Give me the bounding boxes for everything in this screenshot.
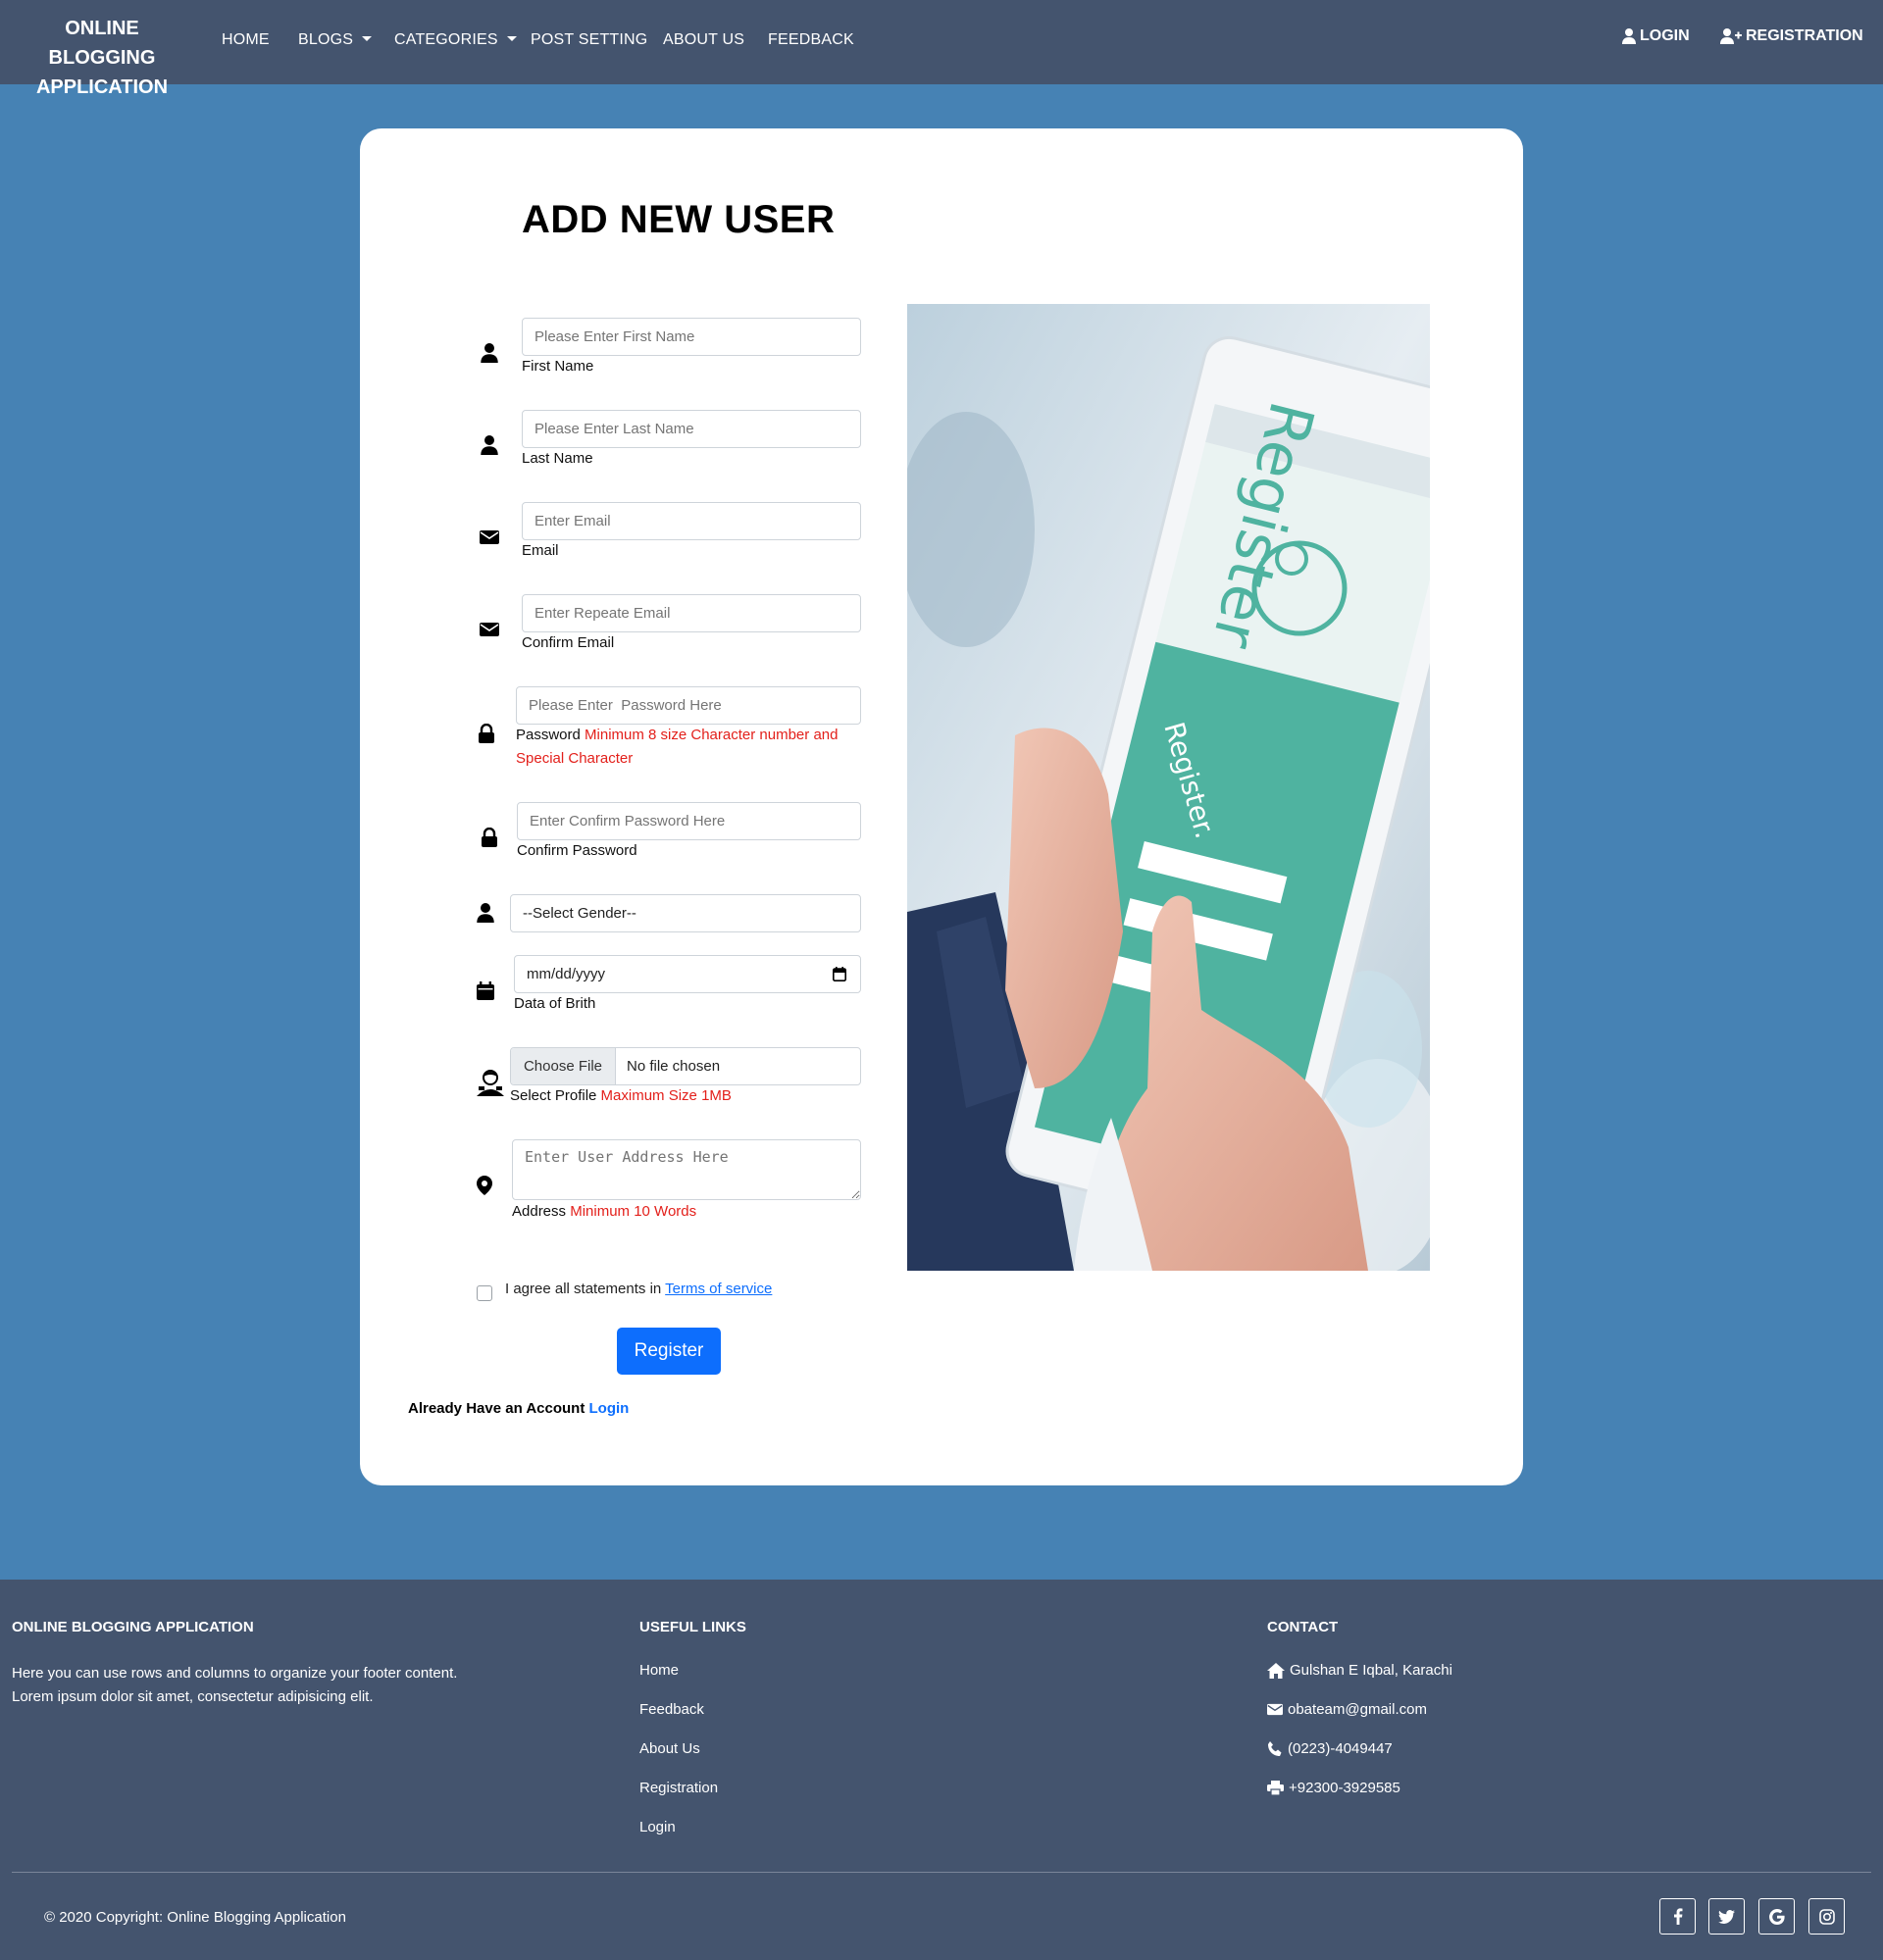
confirm-password-input[interactable] (517, 802, 861, 840)
email-input[interactable] (522, 502, 861, 540)
footer: ONLINE BLOGGING APPLICATION Here you can… (0, 1580, 1883, 1960)
confirm-password-label: Confirm Password (517, 842, 637, 859)
confirm-email-input[interactable] (522, 594, 861, 632)
address-textarea[interactable] (512, 1139, 861, 1200)
password-input[interactable] (516, 686, 861, 725)
address-label: Address Minimum 10 Words (512, 1203, 697, 1220)
email-label: Email (522, 542, 559, 559)
footer-links-heading: USEFUL LINKS (639, 1619, 746, 1635)
nav-categories-dropdown[interactable]: CATEGORIES (394, 31, 517, 49)
footer-contact-heading: CONTACT (1267, 1619, 1339, 1635)
nav-about-us[interactable]: ABOUT US (663, 31, 744, 49)
login-link[interactable]: Login (589, 1400, 630, 1417)
envelope-icon (479, 619, 500, 640)
user-icon (479, 342, 500, 364)
address-hint: Minimum 10 Words (570, 1203, 697, 1220)
user-icon (479, 434, 500, 456)
nav-login[interactable]: LOGIN (1622, 27, 1690, 45)
nav-registration[interactable]: REGISTRATION (1720, 27, 1863, 45)
instagram-icon[interactable] (1808, 1898, 1845, 1935)
contact-phone: (0223)-4049447 (1267, 1740, 1393, 1757)
google-icon[interactable] (1758, 1898, 1795, 1935)
envelope-icon (1267, 1703, 1283, 1716)
terms-checkbox[interactable] (477, 1285, 492, 1301)
file-status: No file chosen (627, 1058, 721, 1075)
lock-icon (476, 723, 497, 744)
nav-feedback[interactable]: FEEDBACK (768, 31, 854, 49)
home-icon (1267, 1662, 1285, 1679)
printer-icon (1267, 1781, 1284, 1795)
footer-link-about-us[interactable]: About Us (639, 1740, 700, 1757)
register-button[interactable]: Register (617, 1328, 721, 1375)
calendar-icon (475, 980, 496, 1001)
password-label: Password Minimum 8 size Character number… (516, 727, 839, 743)
user-plus-icon (1720, 28, 1742, 44)
first-name-input[interactable] (522, 318, 861, 356)
footer-link-login[interactable]: Login (639, 1819, 676, 1835)
profile-hint: Maximum Size 1MB (600, 1087, 732, 1104)
lock-icon (479, 827, 500, 848)
date-of-birth-input[interactable]: mm/dd/yyyy (514, 955, 861, 993)
choose-file-button[interactable]: Choose File (511, 1048, 616, 1084)
last-name-input[interactable] (522, 410, 861, 448)
nav-home[interactable]: HOME (222, 31, 270, 49)
password-hint-line2: Special Character (516, 750, 634, 767)
confirm-email-label: Confirm Email (522, 634, 615, 651)
nav-blogs-dropdown[interactable]: BLOGS (298, 31, 373, 49)
contact-address: Gulshan E Iqbal, Karachi (1267, 1662, 1452, 1679)
terms-statement: I agree all statements in Terms of servi… (505, 1281, 773, 1297)
footer-about-text: Here you can use rows and columns to org… (12, 1665, 458, 1705)
profile-file-input[interactable]: Choose File No file chosen (510, 1047, 861, 1085)
phone-icon (1268, 1740, 1282, 1756)
contact-email: obateam@gmail.com (1267, 1701, 1427, 1718)
gender-select[interactable]: --Select Gender-- (510, 894, 861, 932)
chevron-down-icon (506, 36, 517, 41)
password-hint: Minimum 8 size Character number and (585, 727, 839, 743)
last-name-label: Last Name (522, 450, 593, 467)
navbar: ONLINE BLOGGING APPLICATION HOME BLOGS C… (0, 0, 1883, 98)
page-title: ADD NEW USER (522, 198, 836, 241)
calendar-icon[interactable] (833, 967, 846, 981)
contact-fax: +92300-3929585 (1267, 1780, 1400, 1796)
footer-about-heading: ONLINE BLOGGING APPLICATION (12, 1619, 254, 1635)
register-illustration: Register Register. (907, 304, 1430, 1271)
footer-link-home[interactable]: Home (639, 1662, 679, 1679)
user-profile-icon (475, 1069, 506, 1098)
user-icon (475, 902, 496, 924)
terms-of-service-link[interactable]: Terms of service (665, 1281, 772, 1297)
footer-copyright: © 2020 Copyright: Online Blogging Applic… (44, 1909, 346, 1926)
map-marker-icon (474, 1175, 495, 1196)
twitter-icon[interactable] (1708, 1898, 1745, 1935)
dob-label: Data of Brith (514, 995, 596, 1012)
already-have-account: Already Have an Account Login (408, 1400, 630, 1417)
footer-link-registration[interactable]: Registration (639, 1780, 718, 1796)
chevron-down-icon (362, 36, 373, 41)
nav-post-setting[interactable]: POST SETTING (531, 31, 647, 49)
profile-label: Select Profile Maximum Size 1MB (510, 1087, 732, 1104)
footer-link-feedback[interactable]: Feedback (639, 1701, 704, 1718)
first-name-label: First Name (522, 358, 594, 375)
user-icon (1622, 28, 1636, 44)
brand-logo[interactable]: ONLINE BLOGGING APPLICATION (12, 14, 192, 102)
footer-divider (12, 1872, 1871, 1873)
facebook-icon[interactable] (1659, 1898, 1696, 1935)
envelope-icon (479, 527, 500, 548)
